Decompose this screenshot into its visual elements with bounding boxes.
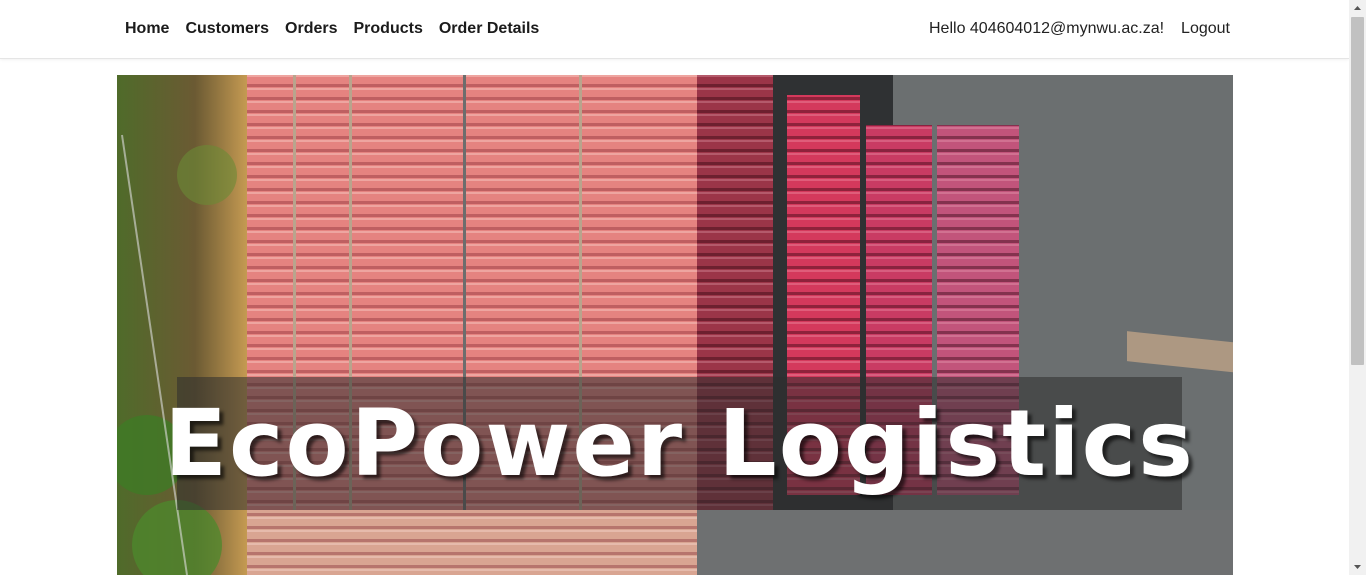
nav-links: Home Customers Orders Products Order Det… xyxy=(125,0,555,58)
hero-image: EcoPower Logistics xyxy=(117,75,1233,575)
logout-link[interactable]: Logout xyxy=(1181,20,1230,38)
scroll-up-icon[interactable] xyxy=(1349,0,1366,17)
nav-link-products[interactable]: Products xyxy=(354,20,423,38)
scroll-down-icon[interactable] xyxy=(1349,558,1366,575)
nav-link-order-details[interactable]: Order Details xyxy=(439,20,539,38)
page-scrollbar[interactable] xyxy=(1349,0,1366,575)
scrollbar-thumb[interactable] xyxy=(1351,17,1364,365)
nav-link-customers[interactable]: Customers xyxy=(185,20,269,38)
nav-link-orders[interactable]: Orders xyxy=(285,20,337,38)
user-area: Hello 404604012@mynwu.ac.za! Logout xyxy=(929,0,1230,58)
brand-title: EcoPower Logistics xyxy=(164,390,1195,497)
user-greeting: Hello 404604012@mynwu.ac.za! xyxy=(929,20,1165,37)
top-navbar: Home Customers Orders Products Order Det… xyxy=(0,0,1349,59)
nav-link-home[interactable]: Home xyxy=(125,20,169,38)
